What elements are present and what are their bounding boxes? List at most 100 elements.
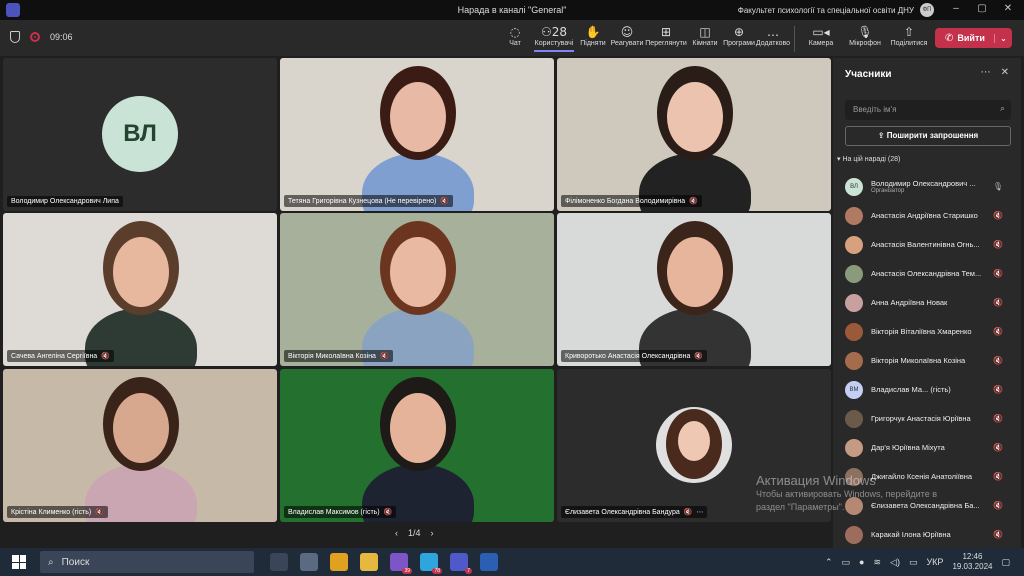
participant-name: Вікторія Миколаївна Козіна: [871, 356, 966, 365]
battery-icon[interactable]: ▭: [909, 557, 918, 568]
participant-search-input[interactable]: Введіть ім'я ⌕: [845, 100, 1011, 120]
explorer-icon[interactable]: [360, 553, 378, 571]
mic-muted-icon: 🔇: [101, 353, 110, 360]
participant-name: Каракай Ілона Юріївна: [871, 530, 951, 539]
mic-muted-icon: 🔇: [383, 509, 393, 516]
avatar: [845, 351, 863, 370]
video-tile[interactable]: Владислав Максимов (гість) 🔇: [280, 369, 554, 522]
participant-row[interactable]: ВМ Владислав Ма... (гість) 🔇: [833, 375, 1021, 404]
video-tile[interactable]: ВЛ Володимир Олександрович Липа: [3, 58, 277, 211]
microphone-icon[interactable]: ●: [859, 557, 864, 567]
participant-row[interactable]: Григорчук Анастасія Юріївна 🔇: [833, 404, 1021, 433]
participant-name: Крістіна Клименко (гість): [11, 508, 92, 516]
avatar: [845, 409, 863, 428]
react-icon: ☺: [620, 25, 634, 39]
participant-name: Вікторія Миколаївна Козіна: [288, 352, 376, 360]
maximize-icon[interactable]: ▢: [972, 3, 992, 14]
share-screen-button[interactable]: ⇧ Поділитися: [889, 24, 929, 52]
meeting-toolbar: 09:06 ◌ Чат ⚇28 Користувачі ✋ Підняти ☺ Реагува…: [0, 20, 1024, 56]
toolbar-item-label: Мікрофон: [849, 40, 881, 47]
participant-name: Тетяна Григорівна Кузнецова (Не перевіре…: [288, 197, 437, 205]
avatar: [845, 206, 863, 225]
participant-row[interactable]: Вікторія Миколаївна Козіна 🔇: [833, 346, 1021, 375]
participant-row[interactable]: Анастасія Андріївна Старишко 🔇: [833, 201, 1021, 230]
taskbar-search-label: Поиск: [61, 556, 90, 568]
chrome-icon[interactable]: [330, 553, 348, 571]
more-options-icon[interactable]: ⋯: [981, 67, 991, 78]
mic-muted-icon: 🔇: [993, 385, 1003, 394]
windows-start-icon[interactable]: [12, 555, 26, 569]
share-invite-button[interactable]: ⇪ Поширити запрошення: [845, 126, 1011, 146]
mic-muted-icon: 🔇: [694, 353, 704, 360]
video-tile[interactable]: Криворотько Анастасія Олександрівна 🔇: [557, 213, 831, 366]
toolbar-chat-button[interactable]: ◌ Чат: [500, 24, 530, 52]
toolbar-apps-button[interactable]: ⊕ Програми: [723, 24, 755, 52]
wifi-icon[interactable]: ≋: [873, 557, 881, 568]
toolbar-item-label: Реагувати: [610, 40, 644, 47]
notification-badge: 7: [465, 568, 472, 574]
mic-button[interactable]: 🎙 Мікрофон: [845, 24, 885, 52]
toolbar-view-button[interactable]: ⊞ Переглянути: [645, 24, 686, 52]
video-tile[interactable]: Сачева Ангеліна Сергіївна 🔇: [3, 213, 277, 366]
volume-icon[interactable]: ◁): [890, 557, 900, 568]
org-avatar[interactable]: ФП: [920, 3, 934, 17]
participant-row[interactable]: Вікторія Віталіївна Хмаренко 🔇: [833, 317, 1021, 346]
participant-row[interactable]: Дар'я Юріївна Міхута 🔇: [833, 433, 1021, 462]
camera-button[interactable]: ▭◂ Камера: [801, 24, 841, 52]
participant-row[interactable]: Анна Андріївна Новак 🔇: [833, 288, 1021, 317]
panel-title: Учасники: [845, 69, 892, 80]
close-panel-icon[interactable]: ✕: [1001, 67, 1009, 78]
mic-muted-icon: 🔇: [440, 198, 450, 205]
chevron-up-icon[interactable]: ⌃: [825, 557, 833, 568]
chevron-down-icon[interactable]: ⌄: [994, 33, 1012, 43]
taskview-icon[interactable]: [270, 553, 288, 571]
viber-icon[interactable]: 39: [390, 553, 412, 574]
participant-row[interactable]: Анастасія Олександрівна Тем... 🔇: [833, 259, 1021, 288]
participant-name-tag: Криворотько Анастасія Олександрівна 🔇: [561, 350, 708, 362]
toolbar-react-button[interactable]: ☺ Реагувати: [610, 24, 644, 52]
participant-entry: Григорчук Анастасія Юріївна: [871, 414, 989, 423]
telegram-icon[interactable]: 78: [420, 553, 442, 574]
participant-row[interactable]: ВЛ Володимир Олександрович ... Організат…: [833, 172, 1021, 201]
toolbar-more-button[interactable]: … Додатково: [756, 24, 790, 52]
network-icon[interactable]: ▭: [842, 557, 851, 568]
participant-name: Анастасія Олександрівна Тем...: [871, 269, 982, 278]
word-icon[interactable]: [480, 553, 498, 571]
taskbar-search-input[interactable]: ⌕ Поиск: [40, 551, 254, 573]
clock[interactable]: 12:46 19.03.2024: [952, 552, 992, 572]
mic-muted-icon: 🔇: [993, 269, 1003, 278]
next-page-button[interactable]: ›: [431, 528, 434, 538]
participant-entry: Володимир Олександрович ... Організатор: [871, 179, 989, 194]
mic-muted-icon: 🔇: [993, 211, 1003, 220]
participant-row[interactable]: Каракай Ілона Юріївна 🔇: [833, 520, 1021, 549]
shield-icon[interactable]: [10, 31, 20, 43]
section-header[interactable]: ▾ На цій нараді (28): [837, 155, 900, 163]
more-options-icon[interactable]: ⋯: [696, 508, 703, 516]
minimize-icon[interactable]: –: [946, 3, 966, 14]
participant-name: Володимир Олександрович ...: [871, 179, 976, 188]
toolbar-raise-hand-button[interactable]: ✋ Підняти: [578, 24, 608, 52]
participant-name: Анастасія Валентинівна Огнь...: [871, 240, 980, 249]
prev-page-button[interactable]: ‹: [395, 528, 398, 538]
participant-name-tag: Тетяна Григорівна Кузнецова (Не перевіре…: [284, 195, 454, 207]
toolbar-separator: [794, 26, 795, 52]
toolbar-item-label: Поділитися: [890, 40, 928, 47]
notifications-icon[interactable]: ▢: [1001, 557, 1010, 568]
participant-row[interactable]: Анастасія Валентинівна Огнь... 🔇: [833, 230, 1021, 259]
toolbar-rooms-button[interactable]: ◫ Кімнати: [690, 24, 720, 52]
video-tile[interactable]: Тетяна Григорівна Кузнецова (Не перевіре…: [280, 58, 554, 211]
org-name[interactable]: Факультет психології та спеціальної осві…: [738, 6, 914, 15]
calculator-icon[interactable]: [300, 553, 318, 571]
apps-icon: ⊕: [733, 25, 745, 39]
participant-entry: Анастасія Валентинівна Огнь...: [871, 240, 989, 249]
view-icon: ⊞: [660, 25, 672, 39]
leave-button[interactable]: ✆ Вийти ⌄: [935, 28, 1012, 48]
toolbar-people-button[interactable]: ⚇28 Користувачі: [534, 24, 574, 52]
teams-icon[interactable]: 7: [450, 553, 472, 574]
mic-muted-icon: 🔇: [993, 443, 1003, 452]
video-tile[interactable]: Крістіна Клименко (гість) 🔇: [3, 369, 277, 522]
close-window-icon[interactable]: ✕: [998, 3, 1018, 14]
video-tile[interactable]: Філімоненко Богдана Володимирівна 🔇: [557, 58, 831, 211]
video-tile[interactable]: Вікторія Миколаївна Козіна 🔇: [280, 213, 554, 366]
language-indicator[interactable]: УКР: [926, 557, 943, 567]
